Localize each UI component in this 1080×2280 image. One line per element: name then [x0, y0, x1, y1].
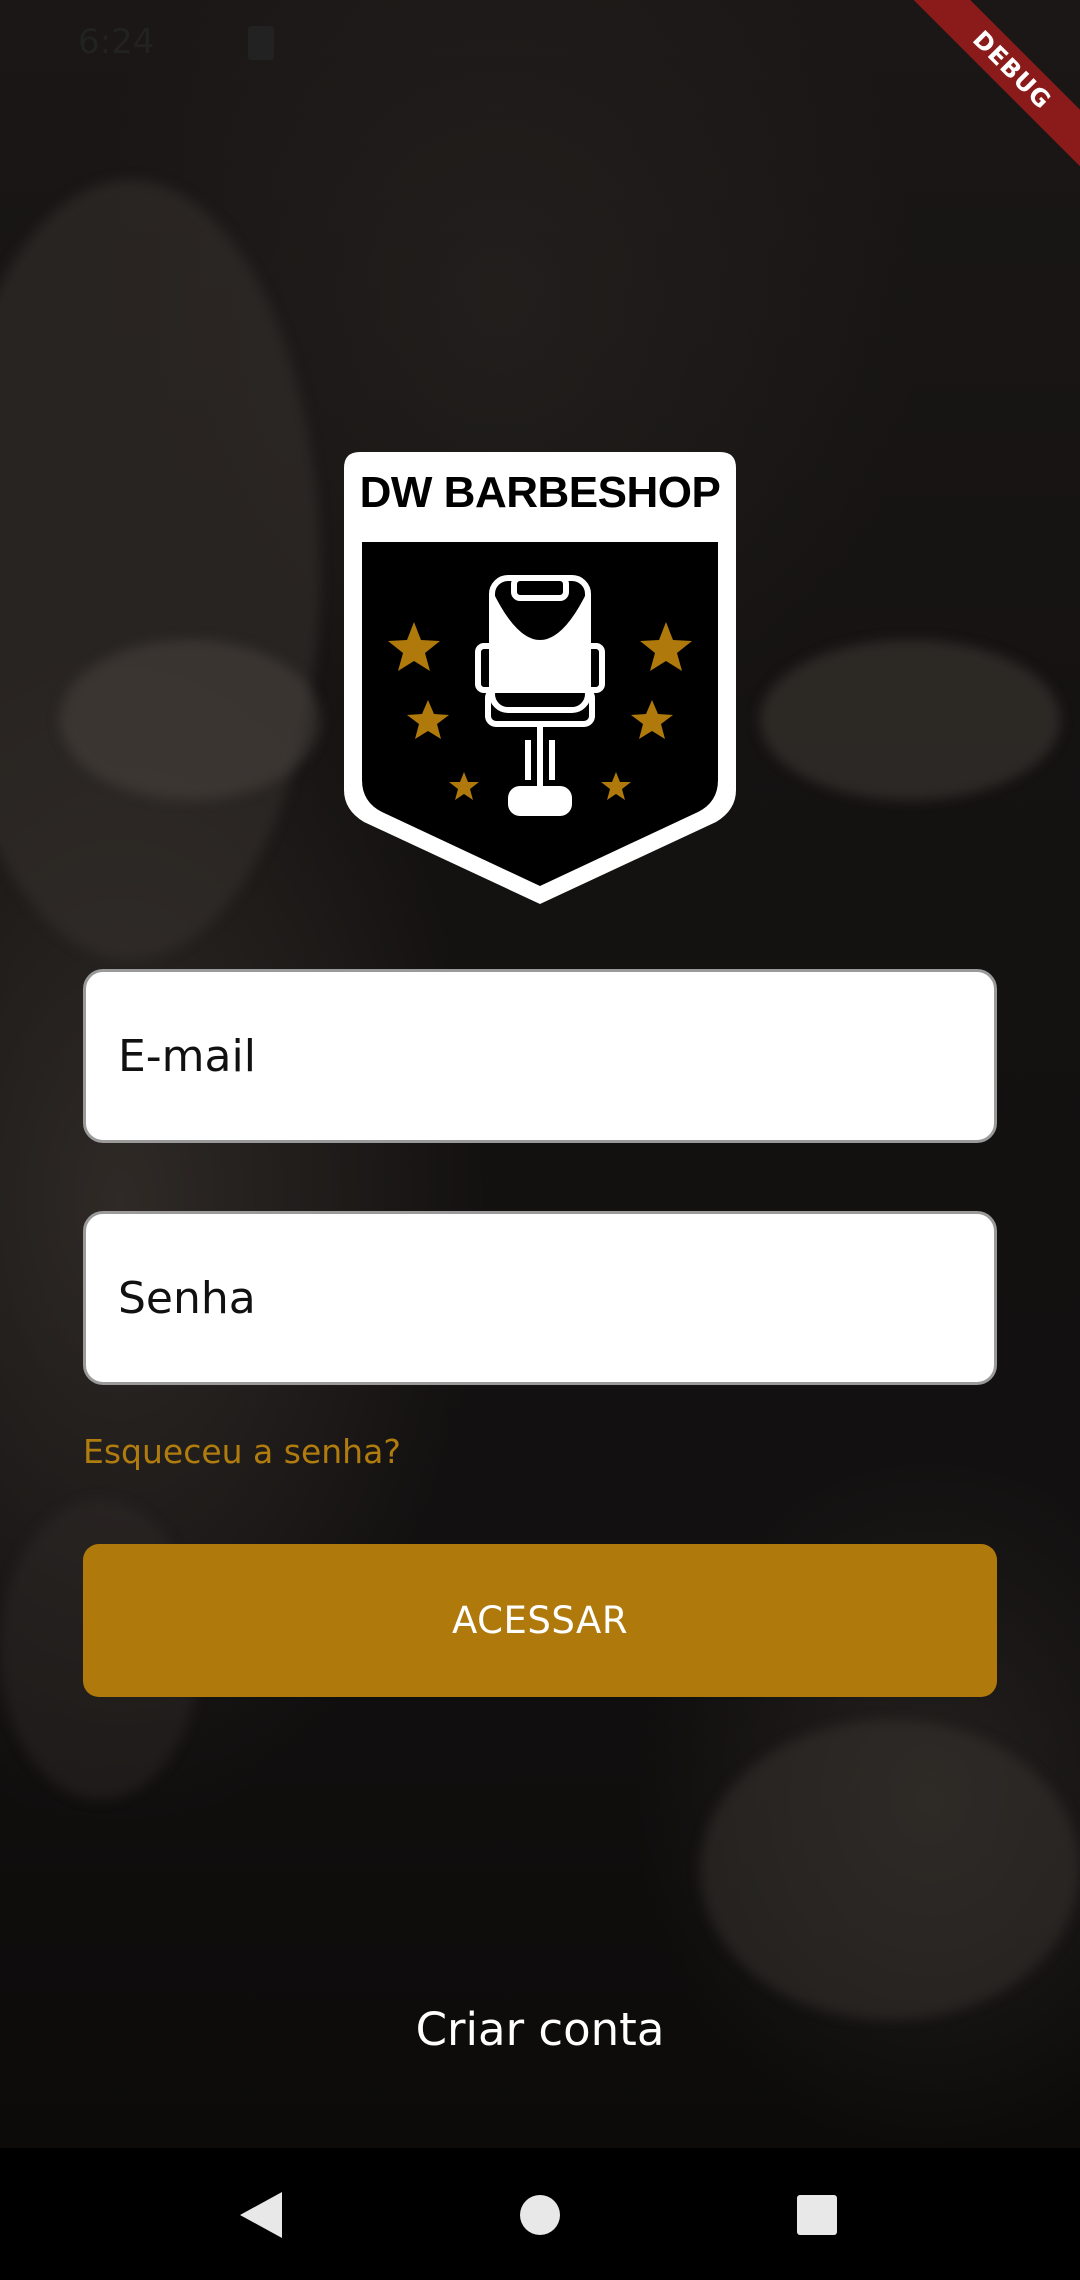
- home-icon[interactable]: [505, 2180, 575, 2250]
- logo-title: DW BARBESHOP: [359, 468, 721, 517]
- login-button[interactable]: ACESSAR: [83, 1544, 997, 1697]
- chair-armrest-right-shape: [760, 640, 1060, 800]
- chair-armrest-shape: [60, 640, 320, 800]
- debug-banner: DEBUG: [880, 0, 1080, 200]
- chair-footrest-shape: [700, 1720, 1080, 2020]
- create-account-link[interactable]: Criar conta: [0, 2003, 1080, 2056]
- chair-backrest-shape: [0, 180, 320, 960]
- forgot-password-link[interactable]: Esqueceu a senha?: [83, 1432, 401, 1471]
- status-time: 6:24: [78, 22, 155, 62]
- sim-card-icon: [248, 26, 274, 60]
- back-icon[interactable]: [226, 2180, 296, 2250]
- recents-icon[interactable]: [782, 2180, 852, 2250]
- password-input[interactable]: [86, 1214, 994, 1382]
- debug-label: DEBUG: [905, 0, 1080, 177]
- password-field[interactable]: [83, 1211, 997, 1385]
- barbershop-logo: DW BARBESHOP: [342, 450, 738, 906]
- email-input[interactable]: [86, 972, 994, 1140]
- email-field[interactable]: [83, 969, 997, 1143]
- shield-logo-icon: [344, 452, 736, 904]
- navigation-bar: [0, 2148, 1080, 2280]
